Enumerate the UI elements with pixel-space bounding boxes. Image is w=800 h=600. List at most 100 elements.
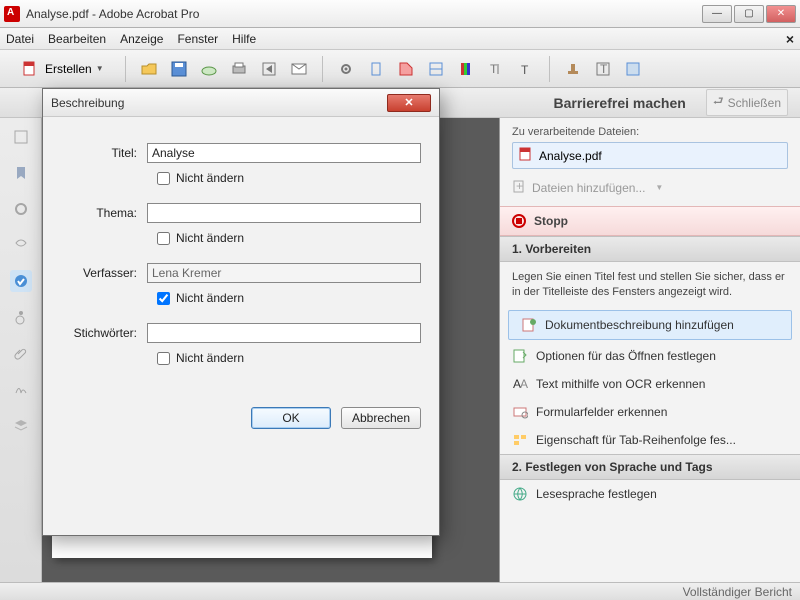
- check-stichworter-nicht-aendern[interactable]: [157, 352, 170, 365]
- touchup-text-icon[interactable]: T: [485, 58, 507, 80]
- input-stichworter[interactable]: [147, 323, 421, 343]
- open-options-icon: [512, 348, 528, 364]
- open-icon[interactable]: [138, 58, 160, 80]
- menu-anzeige[interactable]: Anzeige: [120, 32, 163, 46]
- maximize-button[interactable]: ▢: [734, 5, 764, 23]
- svg-text:T: T: [521, 63, 529, 77]
- input-verfasser[interactable]: [147, 263, 421, 283]
- attachment-icon[interactable]: [10, 342, 32, 364]
- statusbar: Vollständiger Bericht: [0, 582, 800, 600]
- form-fields-icon: [512, 404, 528, 420]
- close-icon: ⮐: [713, 92, 724, 113]
- cancel-button[interactable]: Abbrechen: [341, 407, 421, 429]
- pdf-icon: [519, 147, 533, 164]
- cloud-icon[interactable]: [198, 58, 220, 80]
- document-close-icon[interactable]: ×: [786, 31, 794, 47]
- action-label: Lesesprache festlegen: [536, 487, 657, 501]
- print-icon[interactable]: [228, 58, 250, 80]
- thumbnails-icon[interactable]: [10, 126, 32, 148]
- ok-button[interactable]: OK: [251, 407, 331, 429]
- panel-close-button[interactable]: ⮐ Schließen: [706, 89, 788, 116]
- tab-order-icon: [512, 432, 528, 448]
- check-label: Nicht ändern: [176, 231, 244, 245]
- share-icon[interactable]: [258, 58, 280, 80]
- stop-button[interactable]: Stopp: [500, 206, 800, 236]
- action-form-fields[interactable]: Formularfelder erkennen: [500, 398, 800, 426]
- menu-bearbeiten[interactable]: Bearbeiten: [48, 32, 106, 46]
- add-file-icon: +: [512, 179, 526, 196]
- window-close-button[interactable]: ✕: [766, 5, 796, 23]
- window-titlebar: Analyse.pdf - Adobe Acrobat Pro — ▢ ✕: [0, 0, 800, 28]
- menu-hilfe[interactable]: Hilfe: [232, 32, 256, 46]
- step-1-header[interactable]: 1. Vorbereiten: [500, 236, 800, 262]
- mail-icon[interactable]: [288, 58, 310, 80]
- layers-icon[interactable]: [10, 414, 32, 436]
- status-text: Vollständiger Bericht: [683, 585, 792, 599]
- description-dialog: Beschreibung ✕ Titel: Nicht ändern Thema…: [42, 88, 440, 536]
- create-button[interactable]: Erstellen ▼: [10, 54, 113, 84]
- menubar: Datei Bearbeiten Anzeige Fenster Hilfe ×: [0, 28, 800, 50]
- gear-icon[interactable]: [335, 58, 357, 80]
- svg-text:A: A: [520, 377, 528, 391]
- bookmark-icon[interactable]: [10, 162, 32, 184]
- dialog-titlebar[interactable]: Beschreibung ✕: [43, 89, 439, 117]
- accessibility-icon[interactable]: [10, 270, 32, 292]
- save-icon[interactable]: [168, 58, 190, 80]
- action-open-options[interactable]: Optionen für das Öffnen festlegen: [500, 342, 800, 370]
- action-tab-order[interactable]: Eigenschaft für Tab-Reihenfolge fes...: [500, 426, 800, 454]
- file-list-item[interactable]: Analyse.pdf: [512, 142, 788, 169]
- label-stichworter: Stichwörter:: [61, 326, 147, 340]
- action-label: Eigenschaft für Tab-Reihenfolge fes...: [536, 433, 736, 447]
- action-wizard-panel: Zu verarbeitende Dateien: Analyse.pdf + …: [500, 118, 800, 582]
- add-files-label: Dateien hinzufügen...: [532, 181, 645, 195]
- navigation-rail: [0, 118, 42, 582]
- add-files-button[interactable]: + Dateien hinzufügen... ▼: [512, 177, 788, 198]
- text-icon[interactable]: T: [515, 58, 537, 80]
- check-verfasser-nicht-aendern[interactable]: [157, 292, 170, 305]
- wheelchair-icon[interactable]: [10, 306, 32, 328]
- form-icon[interactable]: [622, 58, 644, 80]
- stamp-icon[interactable]: [562, 58, 584, 80]
- globe-icon: [512, 486, 528, 502]
- window-title: Analyse.pdf - Adobe Acrobat Pro: [26, 7, 702, 21]
- tags-icon[interactable]: [10, 234, 32, 256]
- app-icon: [4, 6, 20, 22]
- label-titel: Titel:: [61, 146, 147, 160]
- action-label: Dokumentbeschreibung hinzufügen: [545, 318, 734, 332]
- label-verfasser: Verfasser:: [61, 266, 147, 280]
- svg-text:T: T: [600, 62, 608, 76]
- dialog-title: Beschreibung: [51, 96, 387, 110]
- input-thema[interactable]: [147, 203, 421, 223]
- order-icon[interactable]: [425, 58, 447, 80]
- tag-icon[interactable]: [395, 58, 417, 80]
- clip-icon[interactable]: [10, 198, 32, 220]
- step-1-description: Legen Sie einen Titel fest und stellen S…: [500, 262, 800, 308]
- input-titel[interactable]: [147, 143, 421, 163]
- dialog-close-button[interactable]: ✕: [387, 94, 431, 112]
- menu-datei[interactable]: Datei: [6, 32, 34, 46]
- create-button-label: Erstellen: [45, 62, 92, 76]
- menu-fenster[interactable]: Fenster: [177, 32, 218, 46]
- step-2-header[interactable]: 2. Festlegen von Sprache und Tags: [500, 454, 800, 480]
- check-titel-nicht-aendern[interactable]: [157, 172, 170, 185]
- chevron-down-icon: ▼: [96, 64, 104, 73]
- check-thema-nicht-aendern[interactable]: [157, 232, 170, 245]
- ocr-icon: AA: [512, 376, 528, 392]
- action-add-description[interactable]: Dokumentbeschreibung hinzufügen: [508, 310, 792, 340]
- svg-text:T: T: [490, 62, 498, 76]
- files-caption: Zu verarbeitende Dateien:: [512, 126, 788, 138]
- text-edit-icon[interactable]: T: [592, 58, 614, 80]
- action-label: Formularfelder erkennen: [536, 405, 667, 419]
- stop-icon: [512, 214, 526, 228]
- check-label: Nicht ändern: [176, 291, 244, 305]
- color-icon[interactable]: [455, 58, 477, 80]
- action-ocr[interactable]: AA Text mithilfe von OCR erkennen: [500, 370, 800, 398]
- minimize-button[interactable]: —: [702, 5, 732, 23]
- stop-label: Stopp: [534, 214, 568, 228]
- tools-icon[interactable]: [365, 58, 387, 80]
- chevron-down-icon: ▼: [655, 183, 663, 192]
- doc-description-icon: [521, 317, 537, 333]
- label-thema: Thema:: [61, 206, 147, 220]
- signatures-icon[interactable]: [10, 378, 32, 400]
- action-reading-language[interactable]: Lesesprache festlegen: [500, 480, 800, 508]
